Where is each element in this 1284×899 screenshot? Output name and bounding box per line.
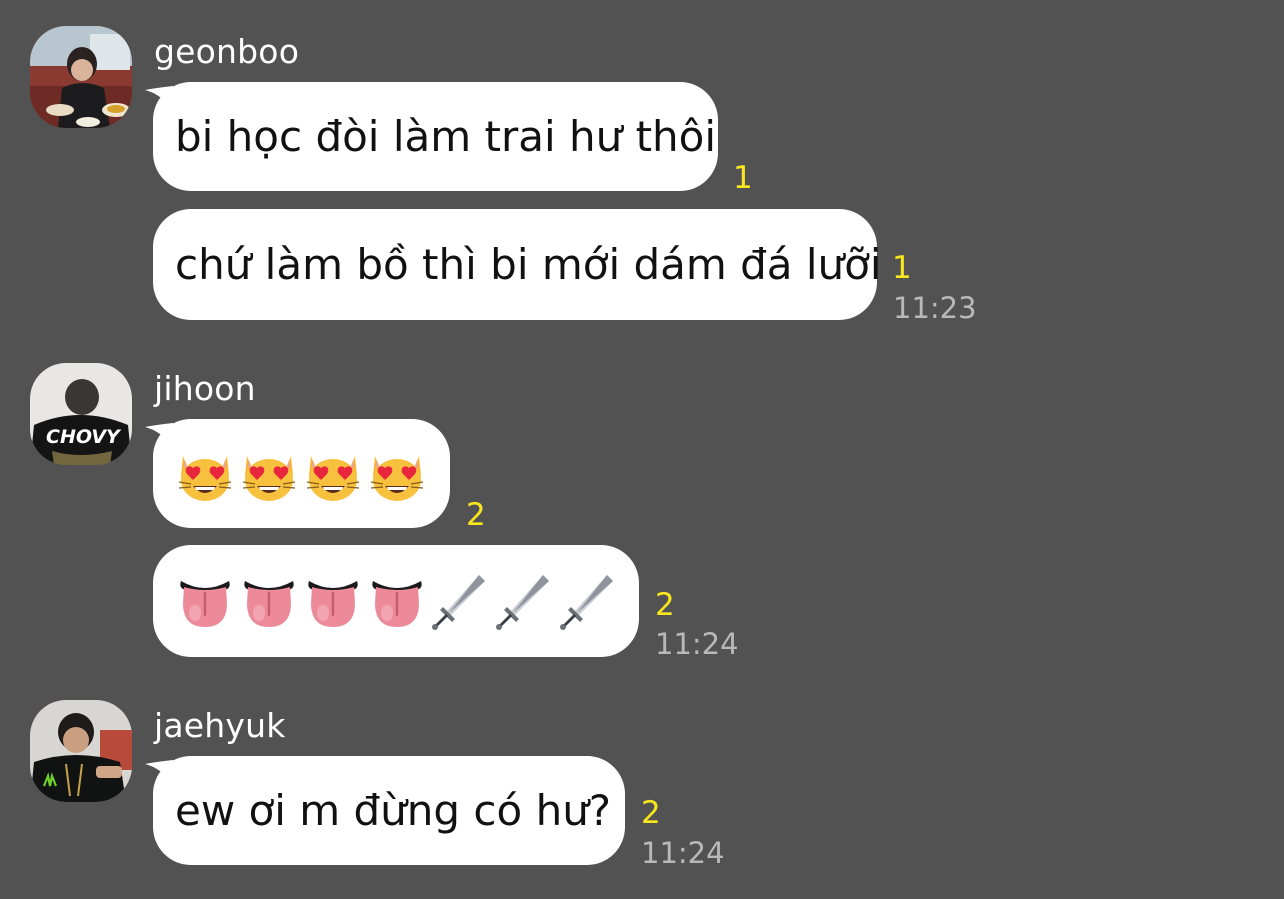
message-bubble[interactable]: ew ơi m đừng có hư? [153,756,625,865]
tongue-icon [237,569,301,633]
heart-eyes-cat-icon [173,442,237,506]
message-timestamp: 11:23 [893,291,977,325]
tongue-icon [173,569,237,633]
tongue-icon [301,569,365,633]
message-timestamp: 11:24 [641,836,725,870]
emoji-row [173,545,621,657]
message-bubble[interactable]: bi học đòi làm trai hư thôi [153,82,718,191]
sender-name: geonboo [154,32,300,71]
avatar-jihoon[interactable]: CHOVY [30,363,132,465]
message-bubble[interactable] [153,545,639,657]
unread-count: 2 [655,587,675,623]
message-timestamp: 11:24 [655,627,739,661]
heart-eyes-cat-icon [365,442,429,506]
heart-eyes-cat-icon [301,442,365,506]
avatar-geonboo[interactable] [30,26,132,128]
svg-text:CHOVY: CHOVY [46,426,122,448]
dagger-icon [557,569,621,633]
avatar-jaehyuk[interactable] [30,700,132,802]
unread-count: 2 [466,497,486,533]
message-text: ew ơi m đừng có hư? [175,786,612,835]
sender-name: jaehyuk [154,706,286,745]
unread-count: 1 [733,160,753,196]
dagger-icon [493,569,557,633]
emoji-row [173,419,429,528]
message-text: bi học đòi làm trai hư thôi [175,112,717,161]
heart-eyes-cat-icon [237,442,301,506]
dagger-icon [429,569,493,633]
message-bubble[interactable] [153,419,450,528]
tongue-icon [365,569,429,633]
message-text: chứ làm bồ thì bi mới dám đá lưỡi [175,240,882,289]
unread-count: 1 [892,250,912,286]
message-bubble[interactable]: chứ làm bồ thì bi mới dám đá lưỡi [153,209,882,320]
chat-thread[interactable]: geonboo bi học đòi làm trai hư thôi 1 ch… [0,0,1284,899]
sender-name: jihoon [154,369,256,408]
unread-count: 2 [641,795,661,831]
